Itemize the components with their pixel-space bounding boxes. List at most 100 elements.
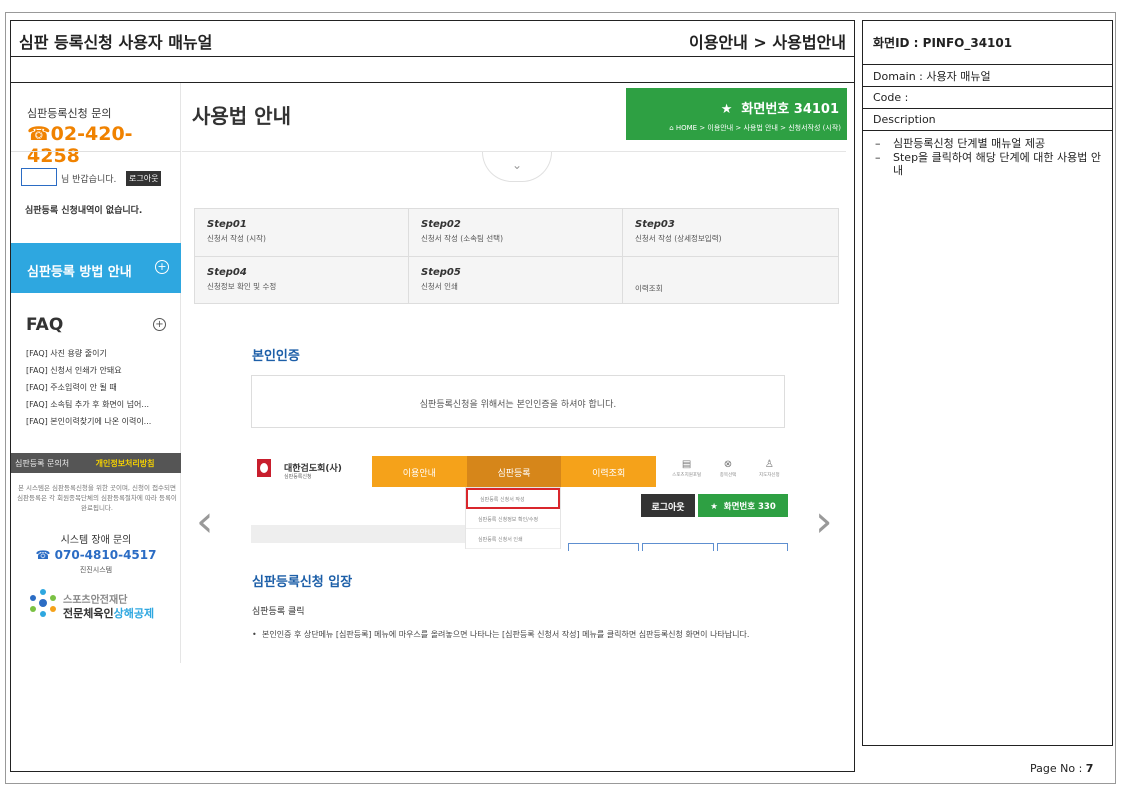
embedded-org-sub: 심판등록신청 xyxy=(284,474,312,480)
step-desc: 신청서 작성 (시작) xyxy=(207,234,266,243)
kendo-logo-icon xyxy=(257,459,271,477)
step-name: Step02 xyxy=(421,219,461,230)
document-title: 심판 등록신청 사용자 매뉴얼 xyxy=(19,33,213,52)
section-title-enter: 심판등록신청 입장 xyxy=(252,575,353,590)
contact-phone: ☎02-420-4258 xyxy=(27,123,180,167)
screen-meta-panel: 화면ID : PINFO_34101 Domain : 사용자 매뉴얼 Code… xyxy=(862,20,1113,746)
embedded-icon-bar: ▤ 스포츠지원포털 ⊗ 종목선택 ♙ 지도자신청 xyxy=(666,459,790,485)
history-item[interactable]: 이력조회 xyxy=(623,257,838,304)
screen-number: ★ 화면번호 34101 xyxy=(721,98,839,117)
description-item: Step을 클릭하여 해당 단계에 대한 사용법 안내 xyxy=(873,151,1102,177)
meta-description-label: Description xyxy=(863,109,1112,131)
breadcrumb-text[interactable]: HOME > 이용안내 > 사용법 안내 > 신청서작성 (시작) xyxy=(676,124,841,132)
step-name: Step01 xyxy=(207,219,247,230)
prev-arrow-icon[interactable]: ‹ xyxy=(196,500,216,546)
step-desc: 신청서 작성 (상세정보입력) xyxy=(635,234,722,243)
step-desc: 이력조회 xyxy=(635,284,663,293)
step-item[interactable]: Step02 신청서 작성 (소속팀 선택) xyxy=(409,209,623,257)
guide-button[interactable]: 심판등록 방법 안내 + xyxy=(11,243,181,293)
org-insurance-part2: 상해공제 xyxy=(113,607,155,620)
embedded-boxes xyxy=(568,543,788,551)
embedded-icon-item[interactable]: ⊗ 종목선택 xyxy=(708,459,748,485)
dropdown-item[interactable]: 심판등록 신청서 인쇄 xyxy=(466,529,560,549)
screen-number-banner: ★ 화면번호 34101 ⌂ HOME > 이용안내 > 사용법 안내 > 신청… xyxy=(626,88,847,140)
step-desc: 신청서 작성 (소속팀 선택) xyxy=(421,234,504,243)
embedded-logout-button[interactable]: 로그아웃 xyxy=(641,494,695,517)
page-title: 사용법 안내 xyxy=(192,104,291,128)
step-item[interactable]: Step01 신청서 작성 (시작) xyxy=(195,209,409,257)
step-item[interactable]: Step05 신청서 인쇄 xyxy=(409,257,623,304)
faq-more-icon[interactable]: + xyxy=(153,318,166,331)
contact-link[interactable]: 심판등록 문의처 xyxy=(15,459,69,468)
phone-icon: ☎ xyxy=(35,548,55,562)
instruction-bullet: 본인인증 후 상단메뉴 [심판등록] 메뉴에 마우스를 올려놓으면 나타나는 [… xyxy=(252,629,792,640)
faq-item[interactable]: [FAQ] 사진 용량 줄이기 xyxy=(26,345,151,362)
embedded-icon-item[interactable]: ▤ 스포츠지원포털 xyxy=(667,459,707,485)
step-item[interactable]: Step03 신청서 작성 (상세정보입력) xyxy=(623,209,838,257)
embedded-icon-item[interactable]: ♙ 지도자신청 xyxy=(749,459,789,485)
greeting-text: 님 반갑습니다. xyxy=(61,175,117,185)
section-title-auth: 본인인증 xyxy=(252,349,300,364)
faq-item[interactable]: [FAQ] 주소입력이 안 될 때 xyxy=(26,379,151,396)
user-name-box xyxy=(21,168,57,186)
user-icon: ♙ xyxy=(764,459,774,470)
guide-button-label: 심판등록 방법 안내 xyxy=(27,265,132,280)
page-number-label: Page No : xyxy=(1030,762,1086,775)
next-arrow-icon[interactable]: › xyxy=(815,500,835,546)
footer-link-bar: 심판등록 문의처 개인정보처리방침 xyxy=(11,453,181,473)
embedded-nav: 이용안내 심판등록 이력조회 xyxy=(372,456,657,487)
document-breadcrumb: 이용안내 > 사용법안내 xyxy=(688,33,846,52)
step-name: Step05 xyxy=(421,267,461,278)
plus-circle-icon: + xyxy=(155,260,169,274)
description-item: 심판등록신청 단계별 매뉴얼 제공 xyxy=(873,137,1102,150)
page-number-value: 7 xyxy=(1085,762,1094,775)
step-desc: 신청정보 확인 및 수정 xyxy=(207,282,277,291)
contact-label: 심판등록신청 문의 xyxy=(27,107,112,120)
system-support-label: 시스템 장애 문의 xyxy=(60,535,132,546)
document-subheader xyxy=(11,57,854,83)
phone-icon: ☎ xyxy=(27,123,51,145)
embedded-nav-item-active[interactable]: 심판등록 xyxy=(466,456,562,487)
screen-id: 화면ID : PINFO_34101 xyxy=(863,21,1112,65)
privacy-policy-link[interactable]: 개인정보처리방침 xyxy=(96,459,155,468)
org-insurance-part1: 전문체육인 xyxy=(63,607,114,620)
auth-message-box: 심판등록신청을 위해서는 본인인증을 하셔야 합니다. xyxy=(251,375,785,428)
step-name: Step03 xyxy=(635,219,675,230)
sports-safety-logo-icon xyxy=(30,589,56,617)
no-history-text: 심판등록 신청내역이 없습니다. xyxy=(25,206,143,216)
step-name: Step04 xyxy=(207,267,247,278)
embedded-icon-label: 종목선택 xyxy=(719,473,737,478)
document-header: 심판 등록신청 사용자 매뉴얼 이용안내 > 사용법안내 xyxy=(11,21,854,57)
embedded-screen-number-button[interactable]: ★ 화면번호 330 xyxy=(698,494,788,517)
divider xyxy=(11,151,181,152)
step-item[interactable]: Step04 신청정보 확인 및 수정 xyxy=(195,257,409,304)
breadcrumb: ⌂ HOME > 이용안내 > 사용법 안내 > 신청서작성 (시작) xyxy=(669,123,841,133)
embedded-icon-label: 지도자신청 xyxy=(758,473,780,478)
screen-number-label: 화면번호 34101 xyxy=(741,102,839,117)
embedded-screen-number-label: 화면번호 330 xyxy=(723,502,776,512)
logout-button[interactable]: 로그아웃 xyxy=(126,171,162,186)
close-circle-icon: ⊗ xyxy=(723,459,733,470)
system-company: 진진시스템 xyxy=(79,566,113,574)
dropdown-item-highlighted[interactable]: 심판등록 신청서 작성 xyxy=(466,488,560,509)
embedded-box xyxy=(568,543,640,551)
page-number: Page No : 7 xyxy=(1030,762,1093,775)
embedded-nav-item[interactable]: 이력조회 xyxy=(561,456,657,487)
step-desc: 신청서 인쇄 xyxy=(421,282,458,291)
embedded-nav-item[interactable]: 이용안내 xyxy=(372,456,467,487)
step-grid: Step01 신청서 작성 (시작) Step02 신청서 작성 (소속팀 선택… xyxy=(194,208,839,304)
faq-title: FAQ xyxy=(26,315,64,335)
document-icon: ▤ xyxy=(681,459,692,470)
dropdown-item[interactable]: 심판등록 신청정보 확인/수정 xyxy=(466,509,560,529)
faq-item[interactable]: [FAQ] 소속팀 추가 후 화면이 넘어... xyxy=(26,396,151,413)
meta-code: Code : xyxy=(863,87,1112,109)
org-name: 스포츠안전재단 xyxy=(63,595,128,606)
faq-item[interactable]: [FAQ] 신청서 인쇄가 안돼요 xyxy=(26,362,151,379)
star-icon: ★ xyxy=(710,502,721,512)
system-support-phone: ☎ 070-4810-4517 xyxy=(11,548,181,562)
system-support-phone-number: 070-4810-4517 xyxy=(54,548,157,562)
embedded-dropdown: 심판등록 신청서 작성 심판등록 신청정보 확인/수정 심판등록 신청서 인쇄 xyxy=(465,487,561,549)
faq-list: [FAQ] 사진 용량 줄이기 [FAQ] 신청서 인쇄가 안돼요 [FAQ] … xyxy=(26,345,151,430)
faq-item[interactable]: [FAQ] 본인이력찾기에 나온 이력이... xyxy=(26,413,151,430)
embedded-box xyxy=(642,543,714,551)
